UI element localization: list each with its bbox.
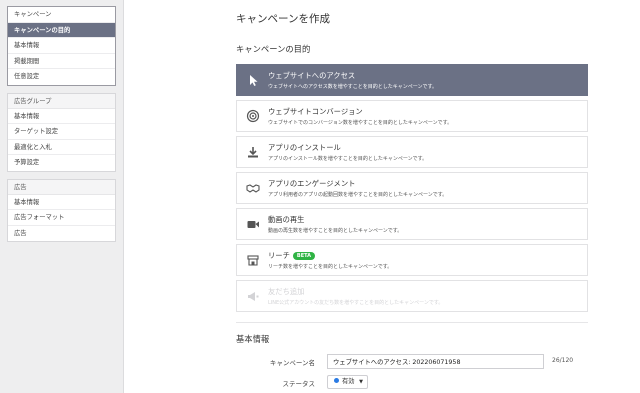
sidebar-item-budget[interactable]: 予算設定	[8, 155, 115, 171]
objective-section-title: キャンペーンの目的	[236, 44, 311, 54]
objective-title: 友だち追加	[268, 287, 305, 296]
objective-title: ウェブサイトコンバージョン	[268, 107, 363, 116]
download-icon	[246, 145, 260, 159]
objective-description: アプリ利用者のアプリの起動回数を増やすことを目的としたキャンペーンです。	[268, 192, 448, 198]
sidebar-group-header: 広告	[8, 179, 115, 195]
objective-title-text: リーチ	[268, 251, 290, 260]
objective-description: アプリのインストール数を増やすことを目的としたキャンペーンです。	[268, 156, 428, 162]
beta-badge: BETA	[292, 252, 316, 260]
page-title: キャンペーンを作成	[236, 13, 330, 25]
objective-title: アプリのエンゲージメント	[268, 179, 356, 188]
objective-description: ウェブサイトへのアクセス数を増やすことを目的としたキャンペーンです。	[268, 84, 438, 90]
sidebar-item-basic-info[interactable]: 基本情報	[8, 38, 115, 54]
status-value: 有効	[342, 378, 355, 385]
char-max: /120	[559, 357, 574, 364]
basic-info-section-title: 基本情報	[236, 334, 270, 344]
objective-title: リーチ BETA	[268, 251, 316, 261]
sidebar-item-targeting[interactable]: ターゲット設定	[8, 124, 115, 140]
sidebar-item-campaign-objective[interactable]: キャンペーンの目的	[8, 22, 115, 38]
objective-description: 動画の再生数を増やすことを目的としたキャンペーンです。	[268, 228, 403, 234]
objective-website-traffic[interactable]: ウェブサイトへのアクセス ウェブサイトへのアクセス数を増やすことを目的としたキャ…	[236, 64, 588, 96]
sidebar-item-campaign[interactable]: キャンペーン	[8, 7, 115, 23]
campaign-name-input[interactable]	[327, 354, 544, 369]
char-count: 26	[552, 357, 560, 364]
video-camera-icon	[246, 217, 260, 231]
status-dropdown[interactable]: 有効 ▼	[327, 375, 368, 389]
sidebar-nav: キャンペーン キャンペーンの目的 基本情報 掲載期間 任意設定 広告グループ 基…	[0, 0, 124, 393]
char-counter: 26/120	[552, 357, 573, 364]
sidebar-item-optimization-bidding[interactable]: 最適化と入札	[8, 140, 115, 155]
objective-app-install[interactable]: アプリのインストール アプリのインストール数を増やすことを目的としたキャンペーン…	[236, 136, 588, 168]
sidebar-group-ad: 広告 基本情報 広告フォーマット 広告	[7, 178, 116, 242]
objective-video-views[interactable]: 動画の再生 動画の再生数を増やすことを目的としたキャンペーンです。	[236, 208, 588, 240]
sidebar-group-header: 広告グループ	[8, 93, 115, 109]
objective-title: アプリのインストール	[268, 143, 341, 152]
status-dot-icon	[334, 378, 339, 383]
sidebar-group-adgroup: 広告グループ 基本情報 ターゲット設定 最適化と入札 予算設定	[7, 92, 116, 172]
objective-app-engagement[interactable]: アプリのエンゲージメント アプリ利用者のアプリの起動回数を増やすことを目的とした…	[236, 172, 588, 204]
main-content: キャンペーンを作成 キャンペーンの目的 ウェブサイトへのアクセス ウェブサイトへ…	[124, 0, 640, 393]
campaign-name-label: キャンペーン名	[269, 359, 315, 367]
objective-description: LINE公式アカウントの友だち数を増やすことを目的としたキャンペーンです。	[268, 300, 444, 306]
objective-title: ウェブサイトへのアクセス	[268, 71, 356, 80]
objective-friend-add: 友だち追加 LINE公式アカウントの友だち数を増やすことを目的としたキャンペーン…	[236, 280, 588, 312]
sidebar-item-optional-settings[interactable]: 任意設定	[8, 69, 115, 85]
megaphone-icon	[246, 289, 260, 303]
cursor-icon	[246, 73, 260, 87]
storefront-icon	[246, 253, 260, 267]
sidebar-item-adgroup-basic-info[interactable]: 基本情報	[8, 109, 115, 124]
status-label: ステータス	[282, 380, 316, 388]
objective-description: ウェブサイトでのコンバージョン数を増やすことを目的としたキャンペーンです。	[268, 120, 453, 126]
sidebar-item-schedule[interactable]: 掲載期間	[8, 54, 115, 69]
objective-list: ウェブサイトへのアクセス ウェブサイトへのアクセス数を増やすことを目的としたキャ…	[236, 64, 588, 316]
objective-description: リーチ数を増やすことを目的としたキャンペーンです。	[268, 264, 393, 270]
sidebar-item-ad-format[interactable]: 広告フォーマット	[8, 210, 115, 226]
sidebar-group-campaign: キャンペーン キャンペーンの目的 基本情報 掲載期間 任意設定	[7, 6, 116, 86]
sidebar-item-ad[interactable]: 広告	[8, 226, 115, 242]
target-icon	[246, 109, 260, 123]
handshake-icon	[246, 181, 260, 195]
caret-down-icon: ▼	[359, 379, 363, 385]
sidebar-item-ad-basic-info[interactable]: 基本情報	[8, 195, 115, 210]
objective-reach[interactable]: リーチ BETA リーチ数を増やすことを目的としたキャンペーンです。	[236, 244, 588, 276]
objective-website-conversion[interactable]: ウェブサイトコンバージョン ウェブサイトでのコンバージョン数を増やすことを目的と…	[236, 100, 588, 132]
objective-title: 動画の再生	[268, 215, 305, 224]
section-divider	[236, 322, 588, 323]
